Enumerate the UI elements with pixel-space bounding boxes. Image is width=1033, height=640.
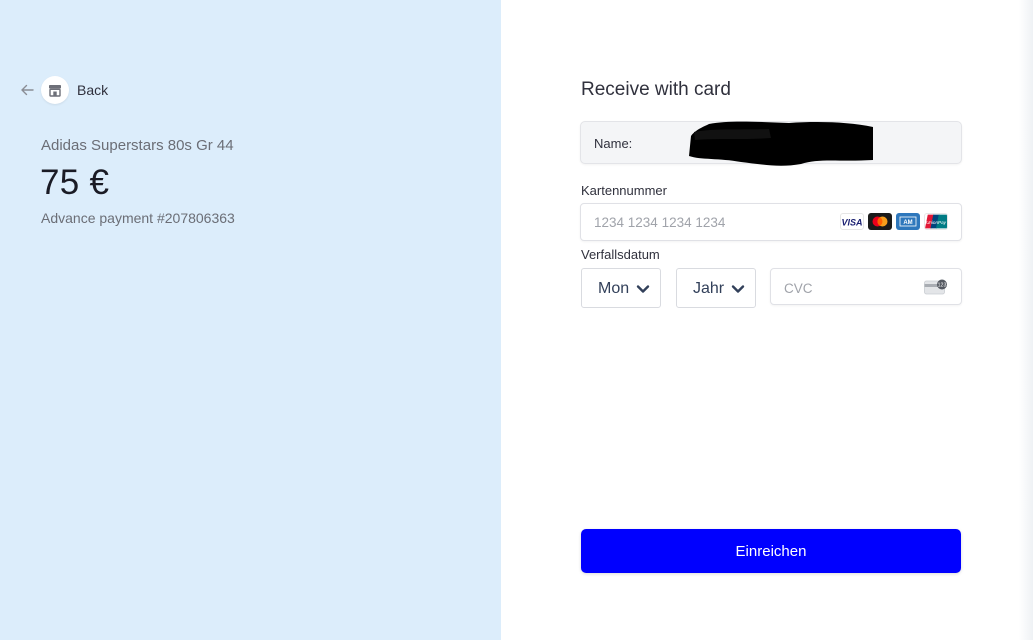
svg-text:UnionPay: UnionPay: [926, 220, 947, 225]
arrow-left-icon[interactable]: [20, 83, 34, 97]
submit-button[interactable]: Einreichen: [581, 529, 961, 573]
chevron-down-icon: [636, 285, 650, 293]
form-title: Receive with card: [581, 79, 731, 100]
chevron-down-icon: [731, 285, 745, 293]
cvc-input[interactable]: CVC 123: [770, 268, 962, 305]
back-label: Back: [77, 82, 109, 98]
year-select-value: Jahr: [693, 280, 725, 297]
cvc-placeholder: CVC: [784, 281, 813, 296]
payment-reference: Advance payment #207806363: [41, 210, 235, 226]
redaction-mark: [689, 121, 873, 166]
card-number-input[interactable]: 1234 1234 1234 1234 VISA AM UnionPay: [580, 203, 962, 241]
back-button[interactable]: Back: [20, 76, 108, 104]
payment-form-panel: Receive with card Name: Kartennummer 123…: [501, 0, 1033, 640]
svg-text:AM: AM: [903, 220, 912, 226]
store-icon: [41, 76, 69, 104]
unionpay-icon: UnionPay: [924, 213, 948, 230]
month-select-value: Mon: [598, 280, 630, 297]
visa-icon: VISA: [840, 213, 864, 230]
month-select[interactable]: Mon: [581, 268, 661, 308]
card-brand-icons: VISA AM UnionPay: [840, 213, 948, 230]
card-number-label: Kartennummer: [581, 183, 667, 198]
svg-text:VISA: VISA: [841, 217, 862, 227]
svg-text:123: 123: [938, 283, 947, 289]
card-number-placeholder: 1234 1234 1234 1234: [594, 215, 726, 230]
expiry-label: Verfallsdatum: [581, 247, 660, 262]
product-name: Adidas Superstars 80s Gr 44: [41, 137, 234, 154]
panel-edge-shadow: [1019, 0, 1033, 640]
year-select[interactable]: Jahr: [676, 268, 756, 308]
card-cvc-icon: 123: [924, 279, 947, 295]
name-field[interactable]: Name:: [580, 121, 962, 166]
order-summary-panel: Back Adidas Superstars 80s Gr 44 75 € Ad…: [0, 0, 501, 640]
price-amount: 75 €: [40, 163, 110, 202]
mastercard-icon: [868, 213, 892, 230]
amex-icon: AM: [896, 213, 920, 230]
name-label: Name:: [594, 136, 633, 151]
